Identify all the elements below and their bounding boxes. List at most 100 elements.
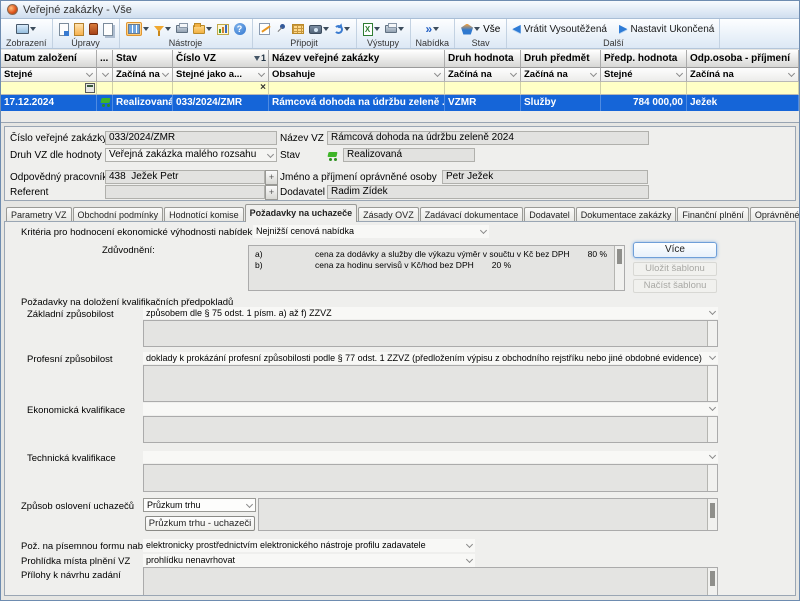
delete-record-button[interactable] [88, 20, 99, 38]
filter-button[interactable] [153, 20, 172, 38]
column-header-predp-hodnota[interactable]: Předp. hodnota [601, 50, 687, 68]
zakladni-scrollbar[interactable] [707, 321, 717, 346]
nabidka-button[interactable]: » [424, 20, 440, 38]
edit-record-button[interactable] [73, 20, 85, 38]
tab-dokumentace-zakazky[interactable]: Dokumentace zakázky [576, 207, 677, 222]
column-header-dots[interactable]: ... [97, 50, 113, 68]
zduvodneni-scrollbar[interactable] [614, 246, 624, 290]
view-button[interactable] [15, 20, 37, 38]
druh-vz-select[interactable]: Veřejná zakázka malého rozsahu [105, 148, 277, 162]
attach-table-button[interactable] [291, 20, 305, 38]
tab-financni-plneni[interactable]: Finanční plnění [677, 207, 749, 222]
filter-op-odp-osoba[interactable]: Začíná na [687, 68, 799, 82]
pruzkum-trhu-uchazeci-button[interactable]: Průzkum trhu - uchazeči [145, 516, 255, 531]
prohlidka-select[interactable]: prohlídku nenavrhovat [143, 554, 475, 567]
tab-zadavaci-dokumentace[interactable]: Zadávací dokumentace [420, 207, 524, 222]
table-row-selected[interactable]: 17.12.2024 Realizovaná 033/2024/ZMR Rámc… [1, 95, 799, 111]
pin-button[interactable] [274, 20, 288, 38]
filter-input-druh-hodnota[interactable] [448, 84, 517, 95]
toolbar-group-upravy: Úpravy [53, 19, 120, 48]
column-header-druh-predmet[interactable]: Druh předmět [521, 50, 601, 68]
pracovnik-label: Odpovědný pracovník [10, 172, 107, 183]
zduvodneni-textarea[interactable]: a)cena za dodávky a služby dle výkazu vý… [248, 245, 625, 291]
vratit-vysoutezena-button[interactable]: ◀Vrátit Vysoutěžená [512, 24, 607, 35]
column-settings-button[interactable] [125, 20, 150, 38]
filter-input-nazev[interactable] [272, 84, 441, 95]
redo-button[interactable] [333, 20, 351, 38]
zpusob-select[interactable]: Průzkum trhu [143, 498, 256, 512]
filter-input-druh-predmet[interactable] [524, 84, 597, 95]
poz-select[interactable]: elektronicky prostřednictvím elektronick… [143, 539, 475, 552]
profesni-select[interactable]: doklady k prokázání profesní způsobilost… [143, 352, 718, 364]
chevron-down-icon [788, 70, 795, 77]
filter-input-datum[interactable] [4, 84, 93, 95]
tab-zasady-ovz[interactable]: Zásady OVZ [358, 207, 419, 222]
ulozit-sablonu-button[interactable]: Uložit šablonu [633, 262, 717, 276]
print-tool-button[interactable] [175, 20, 189, 38]
kriteria-select[interactable]: Nejnižší cenová nabídka [253, 225, 489, 238]
filter-op-druh-predmet[interactable]: Začíná na [521, 68, 601, 82]
ekonomicka-select[interactable] [143, 403, 718, 415]
new-record-button[interactable] [58, 20, 70, 38]
print-output-button[interactable] [384, 20, 405, 38]
clear-filter-icon[interactable]: × [260, 82, 266, 94]
filter-op-dots[interactable] [97, 68, 113, 82]
technicka-scrollbar[interactable] [707, 465, 717, 491]
filter-op-stav[interactable]: Začíná na [113, 68, 173, 82]
column-header-stav[interactable]: Stav [113, 50, 173, 68]
copy-record-button[interactable] [102, 20, 114, 38]
zakladni-textarea[interactable] [143, 320, 718, 347]
column-header-druh-hodnota[interactable]: Druh hodnota [445, 50, 521, 68]
ekonomicka-textarea[interactable] [143, 416, 718, 443]
referent-lookup-button[interactable]: + [265, 185, 278, 200]
prilohy-scrollbar[interactable] [707, 568, 717, 595]
zpusob-scrollbar[interactable] [707, 499, 717, 530]
cell-stav: Realizovaná [113, 95, 173, 111]
note-button[interactable] [258, 20, 271, 38]
filter-input-odp-osoba[interactable] [690, 84, 795, 95]
nacist-sablonu-button[interactable]: Načíst šablonu [633, 279, 717, 293]
filter-op-datum[interactable]: Stejné [1, 68, 97, 82]
technicka-textarea[interactable] [143, 464, 718, 492]
filter-input-cislo-vz[interactable] [176, 84, 265, 95]
toolbar: Zobrazení Úpravy ? Nástroje [1, 19, 799, 49]
folder-button[interactable] [192, 20, 213, 38]
camera-button[interactable] [308, 20, 330, 38]
nastavit-ukoncena-button[interactable]: ▶Nastavit Ukončená [619, 24, 714, 35]
chart-button[interactable] [216, 20, 230, 38]
prilohy-textarea[interactable] [143, 567, 718, 596]
stav-filter-button[interactable]: Vše [460, 20, 501, 38]
chevron-down-icon [466, 556, 473, 563]
tab-parametry-vz[interactable]: Parametry VZ [6, 207, 72, 222]
technicka-select[interactable] [143, 451, 718, 463]
help-icon: ? [234, 23, 246, 35]
column-header-odp-osoba[interactable]: Odp.osoba - příjmení [687, 50, 799, 68]
zakladni-select[interactable]: způsobem dle § 75 odst. 1 písm. a) až f)… [143, 307, 718, 319]
tab-obchodni-podminky[interactable]: Obchodní podmínky [73, 207, 164, 222]
filter-input-dots[interactable] [100, 84, 109, 95]
excel-export-button[interactable]: X [362, 20, 381, 38]
profesni-textarea[interactable] [143, 365, 718, 402]
chevron-down-icon [165, 27, 171, 31]
date-picker-icon[interactable] [85, 83, 95, 93]
zpusob-textarea[interactable] [258, 498, 718, 531]
filter-op-nazev[interactable]: Obsahuje [269, 68, 445, 82]
pracovnik-lookup-button[interactable]: + [265, 170, 278, 185]
tab-pozadavky-na-uchazece[interactable]: Požadavky na uchazeče [245, 204, 358, 222]
grid-header-row: Datum založení ... Stav Číslo VZ 1 Název… [1, 50, 799, 68]
column-header-nazev[interactable]: Název veřejné zakázky [269, 50, 445, 68]
tab-opravnene-osoby[interactable]: Oprávněné osoby [750, 207, 800, 222]
filter-input-stav[interactable] [116, 84, 169, 95]
filter-op-cislo-vz[interactable]: Stejné jako a... [173, 68, 269, 82]
filter-op-druh-hodnota[interactable]: Začíná na [445, 68, 521, 82]
column-header-datum[interactable]: Datum založení [1, 50, 97, 68]
profesni-scrollbar[interactable] [707, 366, 717, 401]
help-button[interactable]: ? [233, 20, 247, 38]
tab-hodnotici-komise[interactable]: Hodnotící komise [164, 207, 244, 222]
ekonomicka-scrollbar[interactable] [707, 417, 717, 442]
filter-input-predp-hodnota[interactable] [604, 84, 683, 95]
filter-op-predp-hodnota[interactable]: Stejné [601, 68, 687, 82]
vice-button[interactable]: Více [633, 242, 717, 258]
tab-dodavatel[interactable]: Dodavatel [524, 207, 575, 222]
column-header-cislo-vz[interactable]: Číslo VZ 1 [173, 50, 269, 68]
